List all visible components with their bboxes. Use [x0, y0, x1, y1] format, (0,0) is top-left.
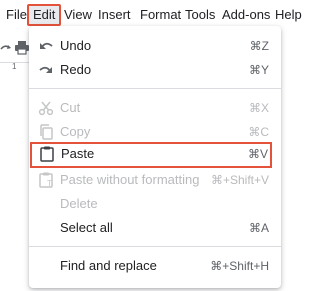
menu-tools[interactable]: Tools — [185, 4, 215, 26]
menu-format[interactable]: Format — [140, 4, 181, 26]
menu-item-redo[interactable]: Redo ⌘Y — [29, 58, 281, 82]
menu-add-ons[interactable]: Add-ons — [222, 4, 270, 26]
print-icon[interactable] — [14, 41, 30, 55]
copy-shortcut: ⌘C — [248, 125, 269, 139]
delete-label: Delete — [60, 196, 98, 211]
select-all-shortcut: ⌘A — [248, 221, 269, 235]
find-and-replace-shortcut: ⌘+Shift+H — [210, 259, 269, 273]
paste-without-formatting-label: Paste without formatting — [60, 172, 200, 187]
menu-item-paste-without-formatting[interactable]: T Paste without formatting ⌘+Shift+V — [29, 168, 281, 192]
redo-toolbar-icon[interactable] — [0, 42, 12, 54]
menu-item-find-and-replace[interactable]: Find and replace ⌘+Shift+H — [29, 254, 281, 278]
redo-label: Redo — [60, 62, 92, 77]
ruler-mark: 1 — [12, 62, 17, 71]
undo-label: Undo — [60, 38, 92, 53]
paste-without-formatting-shortcut: ⌘+Shift+V — [210, 173, 269, 187]
menu-item-delete[interactable]: Delete — [29, 192, 281, 216]
menu-view[interactable]: View — [64, 4, 92, 26]
find-and-replace-label: Find and replace — [60, 258, 157, 273]
menu-item-select-all[interactable]: Select all ⌘A — [29, 216, 281, 240]
menu-separator — [29, 246, 281, 247]
menu-item-paste[interactable]: Paste ⌘V — [30, 142, 272, 168]
redo-shortcut: ⌘Y — [248, 63, 269, 77]
menu-item-copy[interactable]: Copy ⌘C — [29, 120, 281, 144]
clipboard-text-icon: T — [39, 172, 53, 188]
undo-icon — [40, 42, 53, 49]
svg-text:T: T — [47, 179, 52, 188]
menu-insert[interactable]: Insert — [98, 4, 131, 26]
menu-help[interactable]: Help — [275, 4, 302, 26]
menu-separator — [29, 88, 281, 89]
cut-shortcut: ⌘X — [248, 101, 269, 115]
edit-menu-dropdown: Undo ⌘Z Redo ⌘Y Cut ⌘X Copy ⌘C Paste ⌘V … — [29, 26, 281, 288]
menu-edit[interactable]: Edit — [27, 4, 62, 26]
undo-shortcut: ⌘Z — [249, 39, 269, 53]
scissors-icon — [38, 101, 54, 116]
menu-file[interactable]: File — [6, 4, 27, 26]
redo-icon — [39, 66, 52, 73]
copy-icon — [40, 124, 53, 140]
clipboard-icon — [40, 146, 54, 162]
menu-item-cut[interactable]: Cut ⌘X — [29, 96, 281, 120]
paste-shortcut: ⌘V — [247, 147, 268, 161]
cut-label: Cut — [60, 100, 81, 115]
select-all-label: Select all — [60, 220, 113, 235]
menu-item-undo[interactable]: Undo ⌘Z — [29, 34, 281, 58]
paste-label: Paste — [61, 146, 95, 161]
copy-label: Copy — [60, 124, 91, 139]
